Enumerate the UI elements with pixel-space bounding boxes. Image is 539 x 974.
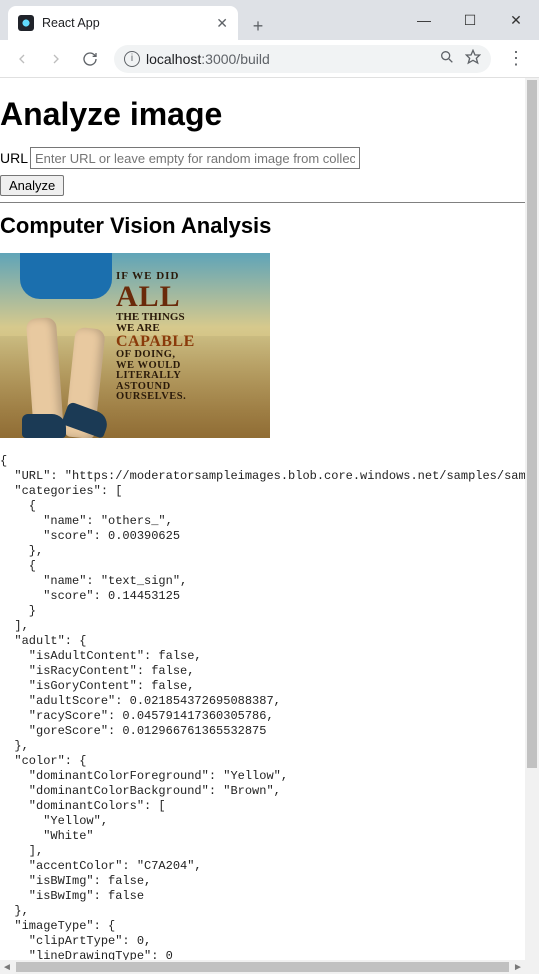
page-content: Analyze image URL Analyze Computer Visio… xyxy=(0,78,525,960)
url-input[interactable] xyxy=(30,147,360,169)
analysis-json-output: { "URL": "https://moderatorsampleimages.… xyxy=(0,454,525,960)
forward-button[interactable] xyxy=(42,45,70,73)
tab-title: React App xyxy=(42,16,100,30)
divider xyxy=(0,202,525,203)
new-tab-button[interactable]: + xyxy=(244,12,272,40)
browser-toolbar: i localhost:3000/build ⋮ xyxy=(0,40,539,78)
window-controls: — ☐ ✕ xyxy=(401,6,539,34)
scroll-left-arrow-icon[interactable]: ◄ xyxy=(0,960,14,974)
tab-strip: React App ✕ + xyxy=(0,6,272,40)
horizontal-scrollbar-thumb[interactable] xyxy=(16,962,509,972)
url-row: URL xyxy=(0,147,525,169)
reload-button[interactable] xyxy=(76,45,104,73)
react-favicon xyxy=(18,15,34,31)
address-bar[interactable]: i localhost:3000/build xyxy=(114,45,491,73)
page-title: Analyze image xyxy=(0,96,525,133)
back-button[interactable] xyxy=(8,45,36,73)
browser-menu-button[interactable]: ⋮ xyxy=(501,48,531,69)
vertical-scrollbar[interactable] xyxy=(525,78,539,960)
horizontal-scrollbar[interactable]: ◄ ► xyxy=(0,960,525,974)
window-titlebar: React App ✕ + — ☐ ✕ xyxy=(0,0,539,40)
minimize-button[interactable]: — xyxy=(401,6,447,34)
analyze-button[interactable]: Analyze xyxy=(0,175,64,196)
bookmark-star-icon[interactable] xyxy=(465,49,481,68)
vertical-scrollbar-thumb[interactable] xyxy=(527,80,537,768)
close-tab-icon[interactable]: ✕ xyxy=(216,15,228,32)
scrollbar-corner xyxy=(525,960,539,974)
scroll-right-arrow-icon[interactable]: ► xyxy=(511,960,525,974)
address-text: localhost:3000/build xyxy=(146,51,270,67)
analyzed-image-thumbnail: IF WE DID ALL THE THINGS WE ARE CAPABLE … xyxy=(0,253,270,438)
image-quote-text: IF WE DID ALL THE THINGS WE ARE CAPABLE … xyxy=(116,271,256,403)
page-viewport: Analyze image URL Analyze Computer Visio… xyxy=(0,78,539,974)
maximize-button[interactable]: ☐ xyxy=(447,6,493,34)
close-window-button[interactable]: ✕ xyxy=(493,6,539,34)
url-label: URL xyxy=(0,150,28,166)
section-title: Computer Vision Analysis xyxy=(0,213,525,239)
browser-tab-active[interactable]: React App ✕ xyxy=(8,6,238,40)
site-info-icon[interactable]: i xyxy=(124,51,140,67)
zoom-icon[interactable] xyxy=(439,49,455,68)
